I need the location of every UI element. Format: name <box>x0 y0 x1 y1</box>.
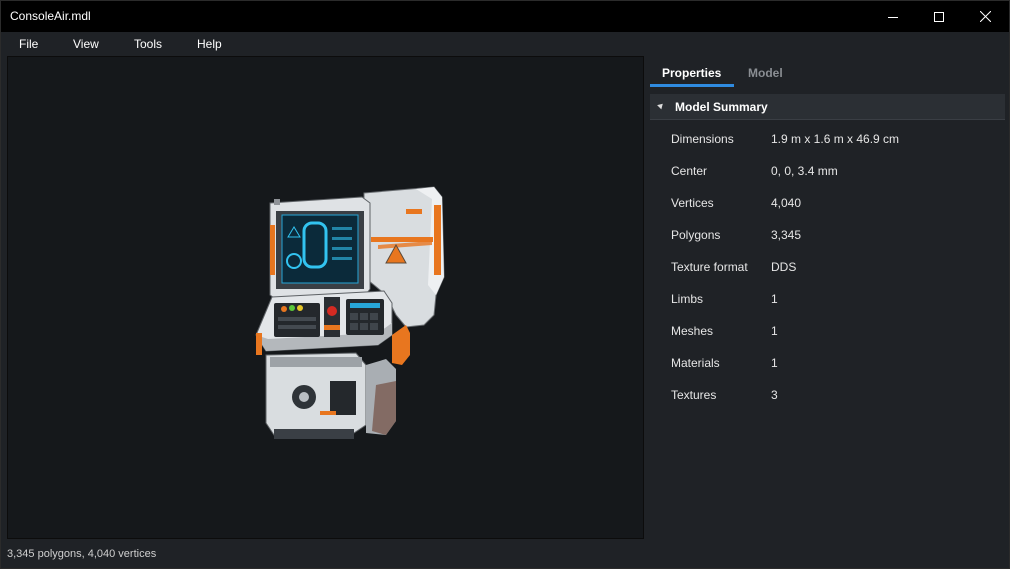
status-bar: 3,345 polygons, 4,040 vertices <box>1 542 1009 568</box>
property-value: 1 <box>771 356 778 370</box>
menu-tools[interactable]: Tools <box>134 37 162 51</box>
app-window: ConsoleAir.mdl File View Tools Help Prop… <box>0 0 1010 569</box>
property-row-vertices: Vertices 4,040 <box>648 196 1005 228</box>
property-row-meshes: Meshes 1 <box>648 324 1005 356</box>
property-label: Materials <box>671 356 720 370</box>
property-row-materials: Materials 1 <box>648 356 1005 388</box>
menu-file[interactable]: File <box>19 37 38 51</box>
active-tab-indicator <box>650 84 734 87</box>
property-value: 0, 0, 3.4 mm <box>771 164 838 178</box>
property-value: 3,345 <box>771 228 802 242</box>
property-value: 1 <box>771 324 778 338</box>
close-icon <box>979 11 991 22</box>
property-row-texture-format: Texture format DDS <box>648 260 1005 292</box>
property-value: 1 <box>771 292 778 306</box>
minimize-button[interactable] <box>870 1 916 32</box>
property-row-polygons: Polygons 3,345 <box>648 228 1005 260</box>
menu-view[interactable]: View <box>73 37 99 51</box>
property-row-center: Center 0, 0, 3.4 mm <box>648 164 1005 196</box>
property-label: Dimensions <box>671 132 734 146</box>
status-text: 3,345 polygons, 4,040 vertices <box>7 548 157 560</box>
property-row-dimensions: Dimensions 1.9 m x 1.6 m x 46.9 cm <box>648 132 1005 164</box>
property-value: 4,040 <box>771 196 802 210</box>
model-viewport[interactable] <box>7 56 644 539</box>
section-title: Model Summary <box>675 100 768 114</box>
model-preview <box>255 186 445 439</box>
model-summary-header[interactable]: Model Summary <box>650 94 1005 120</box>
menu-help[interactable]: Help <box>197 37 222 51</box>
property-label: Center <box>671 164 708 178</box>
property-label: Meshes <box>671 324 714 338</box>
property-value: 3 <box>771 388 778 402</box>
window-title: ConsoleAir.mdl <box>10 9 91 23</box>
property-label: Polygons <box>671 228 721 242</box>
menu-bar: File View Tools Help <box>1 32 1009 56</box>
tab-properties[interactable]: Properties <box>662 66 721 80</box>
close-button[interactable] <box>962 1 1008 32</box>
property-value: 1.9 m x 1.6 m x 46.9 cm <box>771 132 900 146</box>
tab-model[interactable]: Model <box>748 66 783 80</box>
collapse-arrow-icon[interactable] <box>657 101 665 110</box>
property-value: DDS <box>771 260 797 274</box>
property-row-limbs: Limbs 1 <box>648 292 1005 324</box>
title-bar[interactable]: ConsoleAir.mdl <box>1 1 1009 32</box>
property-label: Vertices <box>671 196 714 210</box>
property-label: Limbs <box>671 292 704 306</box>
maximize-button[interactable] <box>916 1 962 32</box>
properties-panel: Properties Model Model Summary Dimension… <box>648 56 1007 539</box>
property-label: Texture format <box>671 260 748 274</box>
property-label: Textures <box>671 388 717 402</box>
maximize-icon <box>934 11 944 22</box>
minimize-icon <box>888 16 898 18</box>
property-row-textures: Textures 3 <box>648 388 1005 420</box>
